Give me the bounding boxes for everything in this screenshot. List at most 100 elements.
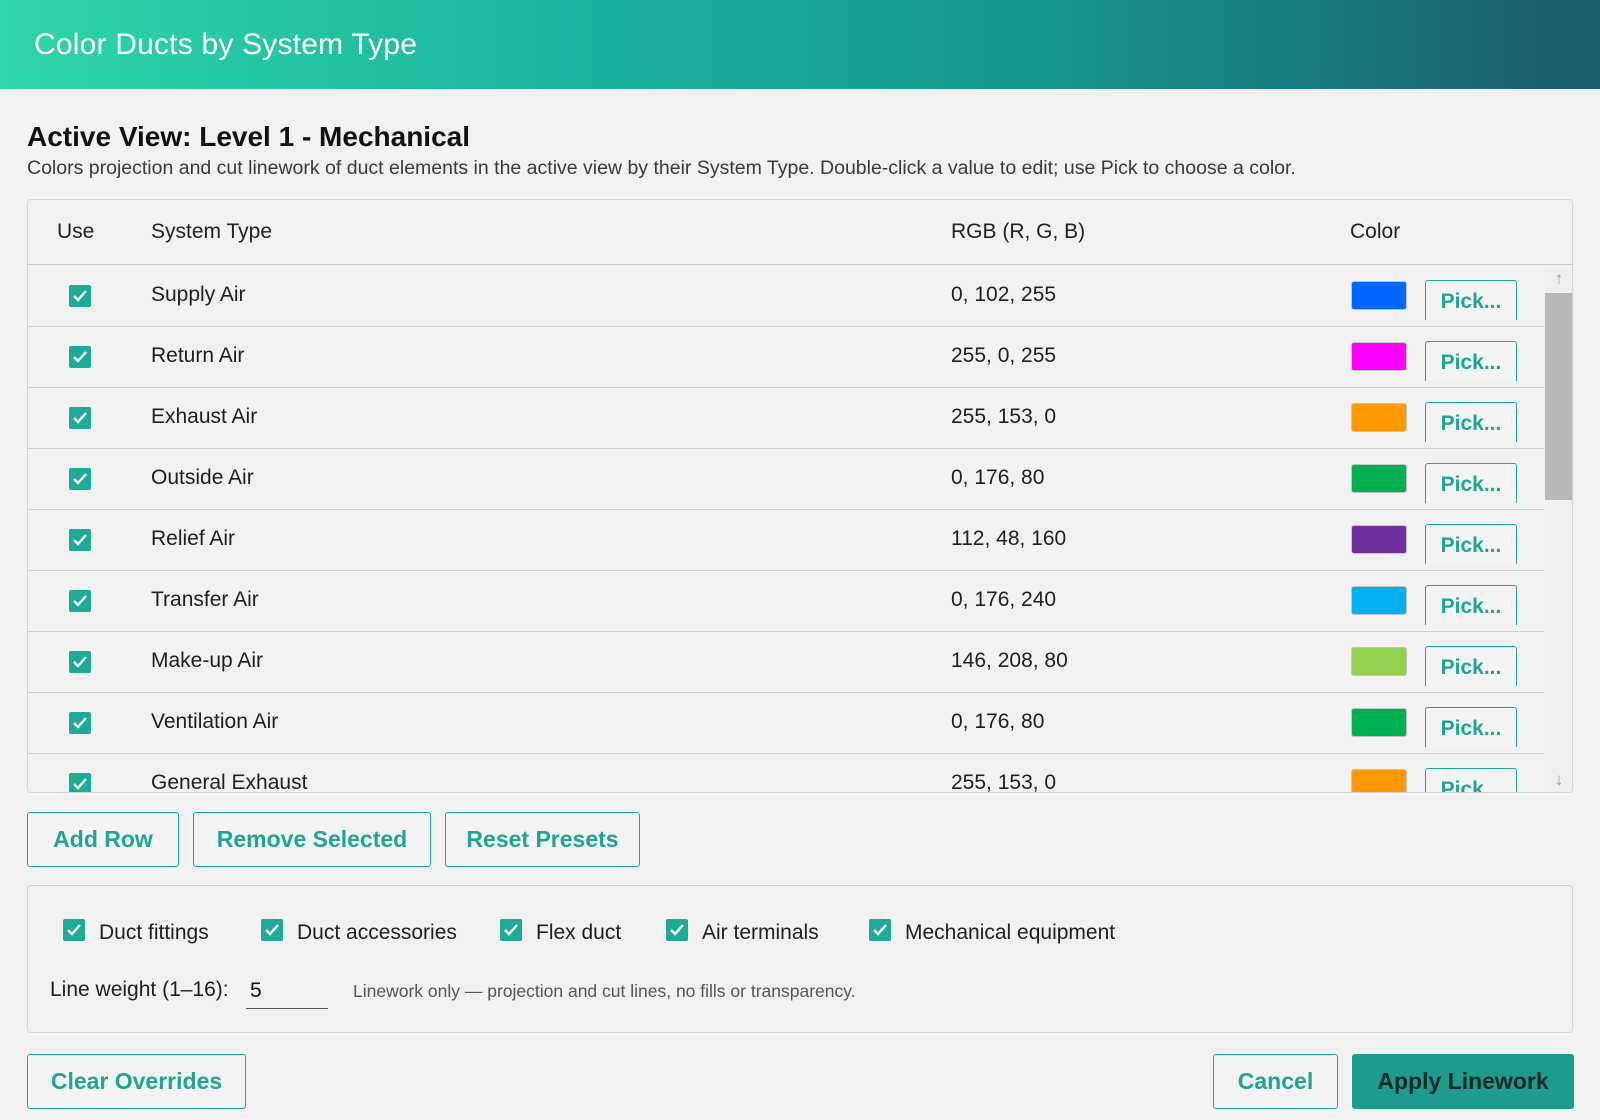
pick-color-button[interactable]: Pick...	[1425, 707, 1517, 747]
use-checkbox[interactable]	[69, 773, 91, 792]
check-icon	[670, 924, 684, 936]
mechanical-equipment-checkbox[interactable]	[869, 919, 891, 941]
check-icon	[73, 290, 87, 302]
check-icon	[873, 924, 887, 936]
use-checkbox[interactable]	[69, 590, 91, 612]
use-checkbox[interactable]	[69, 651, 91, 673]
column-header-system-type[interactable]: System Type	[151, 220, 272, 244]
table-row[interactable]: Ventilation Air 0, 176, 80 Pick...	[28, 692, 1544, 754]
table-row[interactable]: Make-up Air 146, 208, 80 Pick...	[28, 631, 1544, 693]
rgb-cell[interactable]: 112, 48, 160	[951, 527, 1066, 551]
table-body: Supply Air 0, 102, 255 Pick... Return Ai…	[28, 265, 1544, 792]
reset-presets-button[interactable]: Reset Presets	[445, 812, 640, 867]
title-bar: Color Ducts by System Type	[0, 0, 1600, 89]
rgb-cell[interactable]: 255, 153, 0	[951, 771, 1056, 792]
use-checkbox[interactable]	[69, 285, 91, 307]
table-row[interactable]: Supply Air 0, 102, 255 Pick...	[28, 265, 1544, 327]
use-checkbox[interactable]	[69, 529, 91, 551]
check-icon	[265, 924, 279, 936]
column-header-use[interactable]: Use	[57, 220, 94, 244]
check-icon	[73, 473, 87, 485]
pick-color-button[interactable]: Pick...	[1425, 280, 1517, 320]
color-swatch	[1351, 647, 1407, 676]
table-row[interactable]: Relief Air 112, 48, 160 Pick...	[28, 509, 1544, 571]
table-header: Use System Type RGB (R, G, B) Color	[28, 200, 1572, 265]
column-header-rgb[interactable]: RGB (R, G, B)	[951, 220, 1085, 244]
active-view-heading: Active View: Level 1 - Mechanical	[27, 121, 471, 152]
pick-color-button[interactable]: Pick...	[1425, 402, 1517, 442]
system-type-cell[interactable]: Make-up Air	[151, 649, 263, 673]
flex-duct-checkbox[interactable]	[500, 919, 522, 941]
option-label[interactable]: Flex duct	[536, 921, 621, 945]
table-row[interactable]: General Exhaust 255, 153, 0 Pick...	[28, 753, 1544, 792]
color-swatch	[1351, 403, 1407, 432]
table-row[interactable]: Exhaust Air 255, 153, 0 Pick...	[28, 387, 1544, 449]
remove-selected-button[interactable]: Remove Selected	[193, 812, 431, 867]
line-weight-input[interactable]	[246, 973, 328, 1009]
color-swatch	[1351, 342, 1407, 371]
check-icon	[73, 656, 87, 668]
option-label[interactable]: Duct accessories	[297, 921, 457, 945]
system-type-cell[interactable]: Outside Air	[151, 466, 254, 490]
table-row[interactable]: Outside Air 0, 176, 80 Pick...	[28, 448, 1544, 510]
color-swatch	[1351, 586, 1407, 615]
rgb-cell[interactable]: 0, 176, 80	[951, 710, 1044, 734]
scroll-thumb[interactable]	[1545, 293, 1572, 500]
color-swatch	[1351, 525, 1407, 554]
column-header-color[interactable]: Color	[1350, 220, 1400, 244]
add-row-button[interactable]: Add Row	[27, 812, 179, 867]
air-terminals-checkbox[interactable]	[666, 919, 688, 941]
clear-overrides-button[interactable]: Clear Overrides	[27, 1054, 246, 1109]
apply-linework-button[interactable]: Apply Linework	[1352, 1054, 1574, 1109]
table-row[interactable]: Transfer Air 0, 176, 240 Pick...	[28, 570, 1544, 632]
use-checkbox[interactable]	[69, 407, 91, 429]
rgb-cell[interactable]: 255, 153, 0	[951, 405, 1056, 429]
check-icon	[73, 595, 87, 607]
option-label[interactable]: Duct fittings	[99, 921, 209, 945]
option-label[interactable]: Air terminals	[702, 921, 819, 945]
pick-color-button[interactable]: Pick...	[1425, 341, 1517, 381]
window-title: Color Ducts by System Type	[34, 28, 418, 61]
check-icon	[73, 412, 87, 424]
system-type-cell[interactable]: Supply Air	[151, 283, 246, 307]
pick-color-button[interactable]: Pick...	[1425, 646, 1517, 686]
rgb-cell[interactable]: 0, 176, 240	[951, 588, 1056, 612]
check-icon	[67, 924, 81, 936]
color-swatch	[1351, 708, 1407, 737]
system-type-cell[interactable]: Transfer Air	[151, 588, 259, 612]
color-swatch	[1351, 281, 1407, 310]
line-weight-label: Line weight (1–16):	[50, 978, 229, 1001]
pick-color-button[interactable]: Pick...	[1425, 585, 1517, 625]
system-type-cell[interactable]: General Exhaust	[151, 771, 307, 792]
duct-fittings-checkbox[interactable]	[63, 919, 85, 941]
scroll-down-arrow-icon[interactable]: ↓	[1545, 766, 1572, 792]
use-checkbox[interactable]	[69, 346, 91, 368]
use-checkbox[interactable]	[69, 468, 91, 490]
table-row[interactable]: Return Air 255, 0, 255 Pick...	[28, 326, 1544, 388]
color-swatch	[1351, 464, 1407, 493]
scroll-up-arrow-icon[interactable]: ↑	[1545, 265, 1572, 293]
system-type-cell[interactable]: Relief Air	[151, 527, 235, 551]
option-label[interactable]: Mechanical equipment	[905, 921, 1115, 945]
rgb-cell[interactable]: 255, 0, 255	[951, 344, 1056, 368]
rgb-cell[interactable]: 0, 176, 80	[951, 466, 1044, 490]
table-scrollbar[interactable]: ↑ ↓	[1545, 265, 1572, 792]
pick-color-button[interactable]: Pick...	[1425, 768, 1517, 792]
options-panel: Duct fittings Duct accessories Flex duct…	[27, 885, 1573, 1033]
check-icon	[73, 351, 87, 363]
cancel-button[interactable]: Cancel	[1213, 1054, 1338, 1109]
system-type-cell[interactable]: Exhaust Air	[151, 405, 257, 429]
duct-accessories-checkbox[interactable]	[261, 919, 283, 941]
check-icon	[73, 534, 87, 546]
rgb-cell[interactable]: 146, 208, 80	[951, 649, 1068, 673]
check-icon	[504, 924, 518, 936]
color-swatch	[1351, 769, 1407, 792]
system-type-cell[interactable]: Return Air	[151, 344, 244, 368]
pick-color-button[interactable]: Pick...	[1425, 463, 1517, 503]
system-type-table: Use System Type RGB (R, G, B) Color Supp…	[27, 199, 1573, 793]
view-description: Colors projection and cut linework of du…	[27, 157, 1296, 179]
pick-color-button[interactable]: Pick...	[1425, 524, 1517, 564]
use-checkbox[interactable]	[69, 712, 91, 734]
rgb-cell[interactable]: 0, 102, 255	[951, 283, 1056, 307]
system-type-cell[interactable]: Ventilation Air	[151, 710, 278, 734]
